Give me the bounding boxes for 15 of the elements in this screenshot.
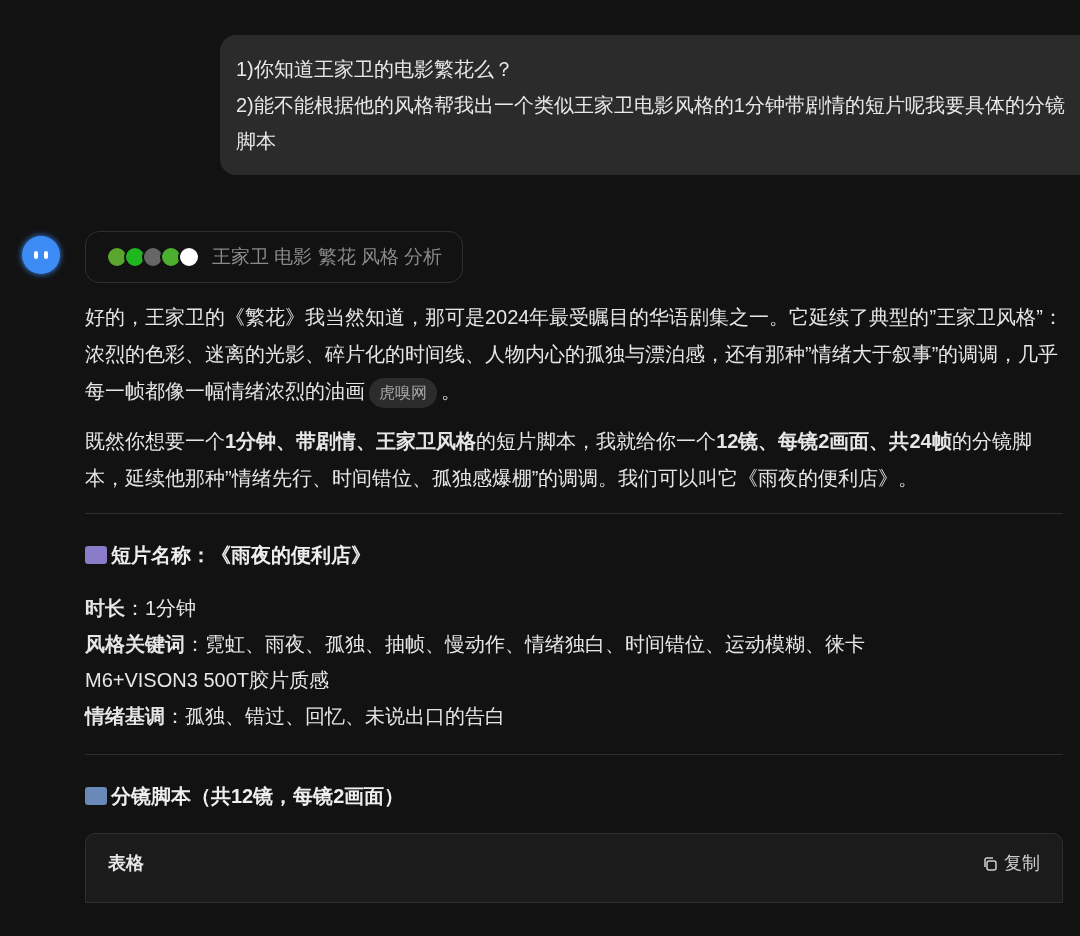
detail-line: 风格关键词：霓虹、雨夜、孤独、抽帧、慢动作、情绪独白、时间错位、运动模糊、徕卡M6+VISON3 500T胶片质感 [85,632,866,693]
section-heading: 短片名称：《雨夜的便利店》 [111,543,371,568]
copy-icon [982,855,998,872]
message-text: 2)能不能根据他的风格帮我出一个类似王家卫电影风格的1分钟带剧情的短片呢我要具体的分镜脚本 [236,93,1066,154]
avatar-icon [22,236,60,274]
search-query: 王家卫 电影 繁花 风格 分析 [212,244,443,269]
answer-paragraph: 既然你想要一个1分钟、带剧情、王家卫风格的短片脚本，我就给你一个12镜、每镜2画面、共24帧的分镜脚本，延续他那种”情绪先行、时间错位、孤独感爆棚”的调调。我们可以叫它《雨夜的便利店》。 [85,429,1033,491]
answer-paragraph: 好的，王家卫的《繁花》我当然知道，那可是2024年最受瞩目的华语剧集之一。它延续了典型的”王家卫风格”：浓烈的色彩、迷离的光影、碎片化的时间线、人物内心的孤独与漂泊感，还有那种”情绪大于叙事”的调调，几乎每一帧都像一幅情绪浓烈的油画 虎嗅网 。 [85,299,1063,410]
detail-line: 时长：1分钟 [85,596,198,621]
section-heading: 分镜脚本（共12镜，每镜2画面） [111,784,405,809]
source-link[interactable]: 虎嗅网 [369,378,437,408]
message-text: 1)你知道王家卫的电影繁花么？ [236,57,515,82]
table-label: 表格 [108,852,144,875]
detail-line: 情绪基调：孤独、错过、回忆、未说出口的告白 [85,704,506,729]
copy-button[interactable]: 复制 [982,850,1040,877]
